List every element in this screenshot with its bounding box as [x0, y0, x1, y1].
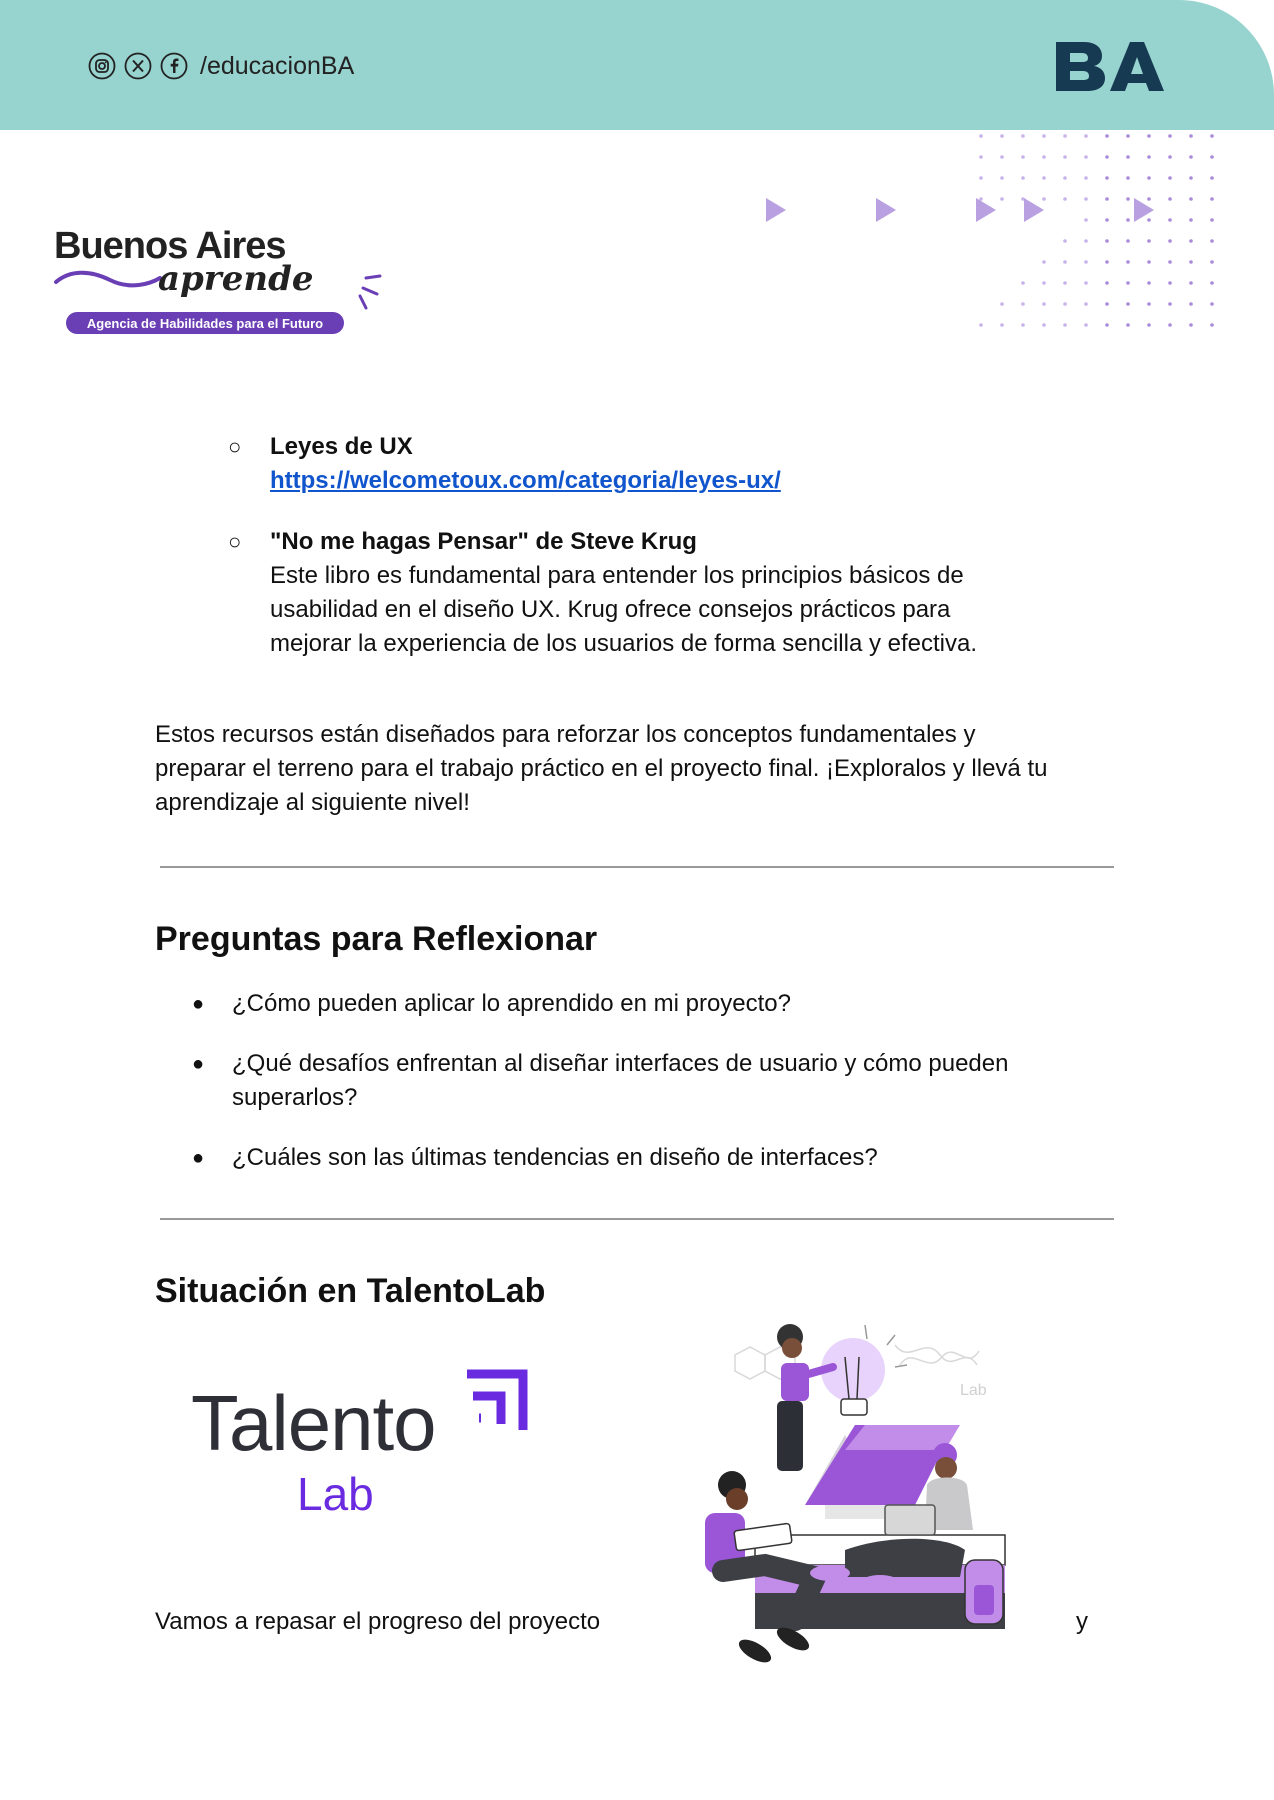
question-line: ¿Qué desafíos enfrentan al diseñar inter…	[232, 1050, 1009, 1077]
bullet-icon: ●	[192, 993, 205, 1015]
study-group-illustration: Lab	[705, 1324, 1006, 1663]
decorative-dot-grid	[979, 134, 1214, 327]
resource-item: ○ "No me hagas Pensar" de Steve Krug Est…	[228, 525, 978, 661]
social-bar: /educacionBA	[88, 50, 354, 82]
social-handle[interactable]: /educacionBA	[200, 52, 354, 81]
summary-line: Estos recursos están diseñados para refo…	[155, 721, 976, 748]
resource-title: Leyes de UX	[270, 433, 413, 460]
question-line: superarlos?	[232, 1084, 358, 1111]
resource-desc-line: mejorar la experiencia de los usuarios d…	[270, 630, 978, 657]
resource-desc-line: usabilidad en el diseño UX. Krug ofrece …	[270, 596, 951, 623]
section-heading-reflection: Preguntas para Reflexionar	[155, 920, 598, 958]
talento-logo-sub: Lab	[297, 1468, 374, 1520]
divider	[160, 866, 1114, 868]
section-heading-situation: Situación en TalentoLab	[155, 1272, 546, 1310]
question-item: ● ¿Cuáles son las últimas tendencias en …	[192, 1141, 1112, 1175]
facebook-icon[interactable]	[160, 52, 188, 80]
resource-link[interactable]: https://welcometoux.com/categoria/leyes-…	[270, 467, 781, 494]
resource-item: ○ Leyes de UX https://welcometoux.com/ca…	[228, 430, 781, 498]
summary-paragraph: Estos recursos están diseñados para refo…	[155, 718, 1125, 820]
divider	[160, 1218, 1114, 1220]
talentolab-logo: Talento Lab	[191, 1369, 528, 1520]
summary-line: preparar el terreno para el trabajo prác…	[155, 755, 1048, 782]
question-line: ¿Cómo pueden aplicar lo aprendido en mi …	[232, 990, 791, 1017]
hollow-bullet-icon: ○	[228, 434, 242, 459]
decorative-triangles	[766, 198, 1154, 222]
hollow-bullet-icon: ○	[228, 529, 242, 554]
logo-line2: aprende	[158, 259, 313, 299]
bullet-icon: ●	[192, 1147, 205, 1169]
question-item: ● ¿Qué desafíos enfrentan al diseñar int…	[192, 1047, 1112, 1115]
talento-logo-word: Talento	[191, 1379, 436, 1467]
situation-text: Vamos a repasar el progreso del proyecto	[155, 1608, 601, 1635]
summary-line: aprendizaje al siguiente nivel!	[155, 789, 470, 816]
resource-desc-line: Este libro es fundamental para entender …	[270, 562, 964, 589]
x-icon[interactable]	[124, 52, 152, 80]
situation-text-continuation: y	[1076, 1608, 1088, 1635]
instagram-icon[interactable]	[88, 52, 116, 80]
buenos-aires-aprende-logo: Buenos Aires aprende Agencia de Habilida…	[54, 225, 382, 334]
question-line: ¿Cuáles son las últimas tendencias en di…	[232, 1144, 878, 1171]
illustration-sign: Lab	[960, 1382, 987, 1399]
logo-tagline: Agencia de Habilidades para el Futuro	[87, 316, 323, 331]
question-item: ● ¿Cómo pueden aplicar lo aprendido en m…	[192, 987, 1112, 1021]
ba-logo	[1056, 42, 1164, 91]
bullet-icon: ●	[192, 1053, 205, 1075]
resource-title: "No me hagas Pensar" de Steve Krug	[270, 528, 697, 555]
